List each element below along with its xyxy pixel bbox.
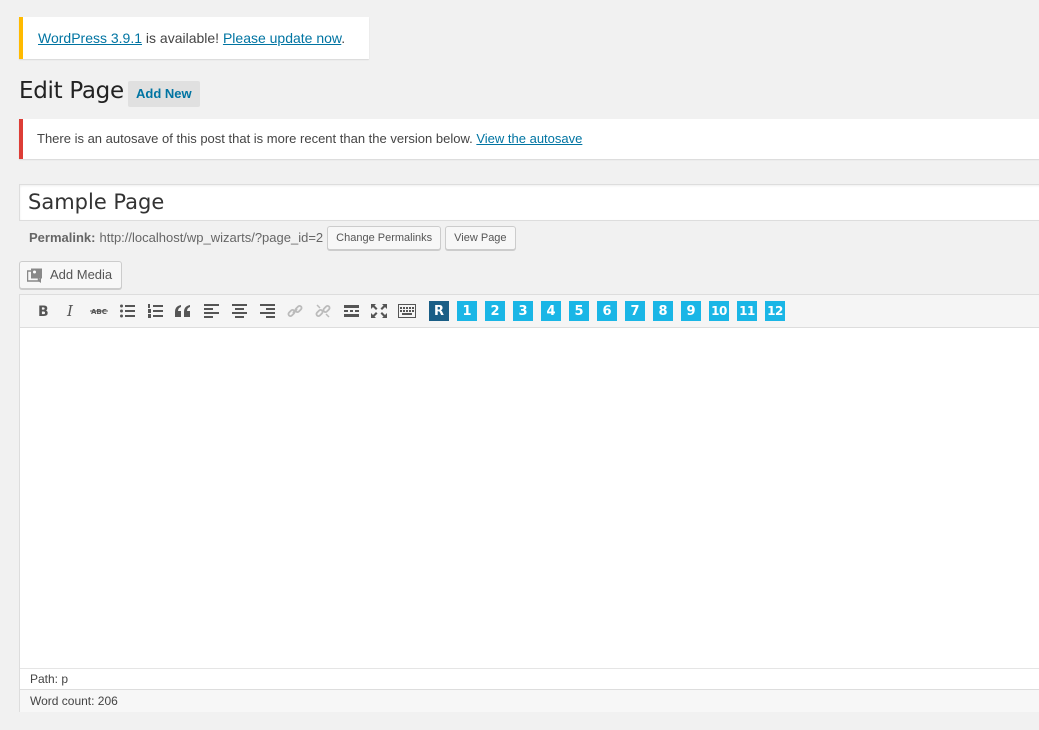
update-nag: WordPress 3.9.1 is available! Please upd… [19, 17, 369, 59]
align-right-icon[interactable] [253, 297, 281, 325]
add-media-label: Add Media [50, 267, 113, 282]
svg-text:ABC: ABC [91, 308, 107, 316]
fullscreen-icon[interactable] [365, 297, 393, 325]
insert-link-icon[interactable] [281, 297, 309, 325]
svg-text:B: B [38, 304, 49, 318]
editor-toolbar: B I ABC R 1 2 3 4 5 6 7 8 9 10 11 12 [20, 295, 1039, 328]
editor: B I ABC R 1 2 3 4 5 6 7 8 9 10 11 12 Pat… [19, 294, 1039, 712]
blockquote-icon[interactable] [169, 297, 197, 325]
editor-path-bar: Path: p [20, 668, 1039, 689]
wordpress-version-link[interactable]: WordPress 3.9.1 [38, 30, 142, 46]
add-new-button[interactable]: Add New [128, 81, 200, 107]
shortcode-button-2[interactable]: 2 [485, 301, 505, 321]
shortcode-button-r[interactable]: R [429, 301, 449, 321]
shortcode-button-12[interactable]: 12 [765, 301, 785, 321]
bullet-list-icon[interactable] [113, 297, 141, 325]
view-autosave-link[interactable]: View the autosave [476, 131, 582, 146]
read-more-icon[interactable] [337, 297, 365, 325]
update-nag-end: . [341, 30, 346, 46]
align-left-icon[interactable] [197, 297, 225, 325]
shortcode-button-1[interactable]: 1 [457, 301, 477, 321]
view-page-button[interactable]: View Page [445, 226, 516, 250]
add-media-button[interactable]: Add Media [19, 261, 123, 289]
page-title: Edit Page [19, 78, 124, 104]
svg-text:I: I [66, 304, 74, 318]
media-icon [26, 267, 44, 293]
editor-content-area[interactable] [20, 328, 1039, 668]
autosave-notice: There is an autosave of this post that i… [19, 119, 1039, 159]
align-center-icon[interactable] [225, 297, 253, 325]
shortcode-button-5[interactable]: 5 [569, 301, 589, 321]
remove-link-icon[interactable] [309, 297, 337, 325]
shortcode-button-10[interactable]: 10 [709, 301, 729, 321]
shortcode-button-4[interactable]: 4 [541, 301, 561, 321]
bold-icon[interactable]: B [29, 297, 57, 325]
numbered-list-icon[interactable] [141, 297, 169, 325]
toolbar-toggle-icon[interactable] [393, 297, 421, 325]
italic-icon[interactable]: I [57, 297, 85, 325]
shortcode-button-7[interactable]: 7 [625, 301, 645, 321]
change-permalinks-button[interactable]: Change Permalinks [327, 226, 442, 250]
permalink-row: Permalink: http://localhost/wp_wizarts/?… [29, 226, 516, 250]
word-count: Word count: 206 [20, 689, 1039, 712]
shortcode-button-8[interactable]: 8 [653, 301, 673, 321]
shortcode-button-9[interactable]: 9 [681, 301, 701, 321]
please-update-link[interactable]: Please update now [223, 30, 341, 46]
permalink-label: Permalink: [29, 230, 96, 245]
autosave-notice-text: There is an autosave of this post that i… [37, 131, 477, 146]
shortcode-button-6[interactable]: 6 [597, 301, 617, 321]
strikethrough-icon[interactable]: ABC [85, 297, 113, 325]
update-nag-text: is available! [142, 30, 223, 46]
shortcode-button-3[interactable]: 3 [513, 301, 533, 321]
post-title-input[interactable]: Sample Page [19, 184, 1039, 221]
permalink-url[interactable]: http://localhost/wp_wizarts/?page_id=2 [99, 226, 323, 250]
shortcode-button-11[interactable]: 11 [737, 301, 757, 321]
